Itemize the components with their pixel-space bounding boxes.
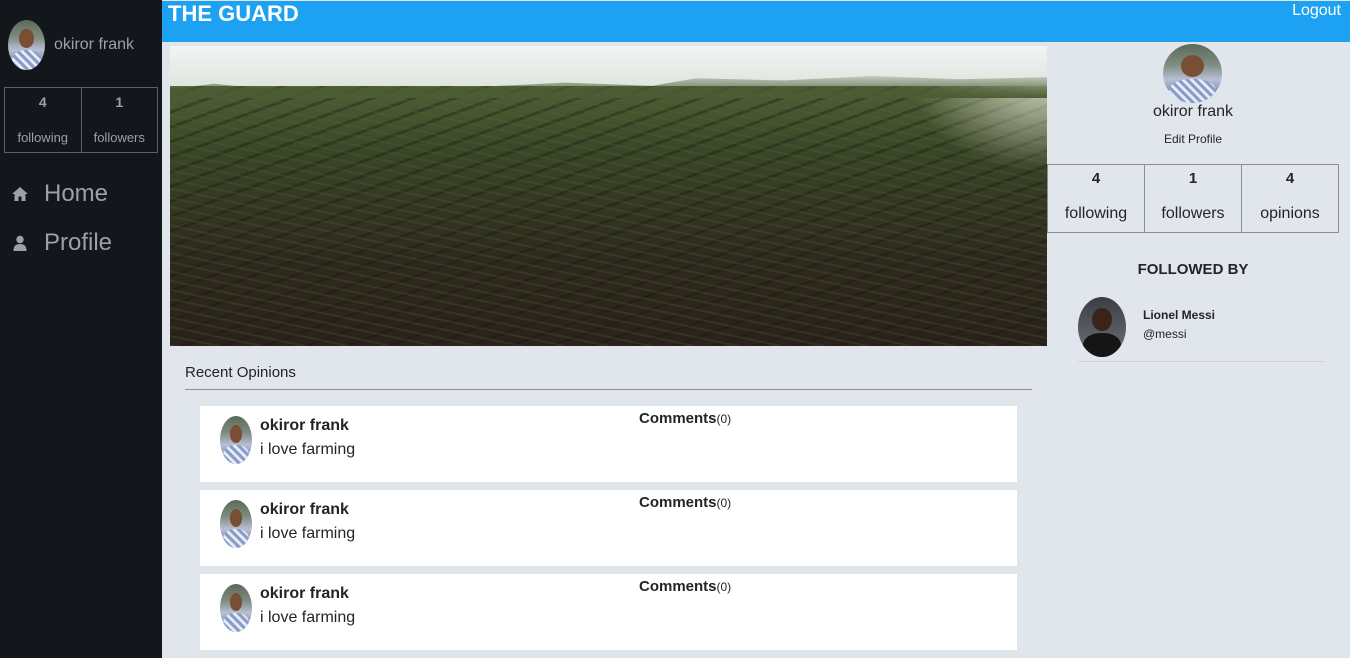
opinion-author: okiror frank [260,501,349,518]
profile-avatar [1163,44,1222,103]
avatar [1078,297,1126,357]
opinion-text: i love farming [260,441,356,458]
followed-by-title: FOLLOWED BY [1137,261,1249,278]
stat-count: 1 [1188,170,1198,187]
opinion-author: okiror frank [260,417,349,434]
opinion-text: i love farming [260,525,356,542]
divider [185,389,1032,390]
comments-count: (0) [716,580,732,594]
opinion-card[interactable]: okiror frank i love farming Comments(0) [200,406,1017,482]
profile-stats: 4 following 1 followers 4 opinions [1047,164,1339,233]
stat-label: followers [93,130,145,145]
opinion-text: i love farming [260,609,356,626]
comments-count: (0) [716,412,732,426]
stat-count: 4 [1285,170,1295,187]
sidebar-stats: 4 following 1 followers [4,87,158,153]
follower-item[interactable]: Lionel Messi @messi [1078,296,1324,362]
stat-count: 1 [115,94,124,110]
sidebar-item-label: Profile [44,229,113,256]
profile-name: okiror frank [1152,103,1234,120]
comments-count: (0) [716,496,732,510]
brand-title: THE GUARD [168,1,299,26]
opinion-author: okiror frank [260,585,349,602]
profile-stat-following[interactable]: 4 following [1048,165,1145,232]
follower-name: Lionel Messi [1143,308,1216,322]
stat-count: 4 [1091,170,1101,187]
avatar [220,584,252,632]
sidebar-stat-followers[interactable]: 1 followers [82,88,158,152]
stat-label: followers [1161,205,1225,222]
sidebar: okiror frank 4 following 1 followers Hom… [0,0,162,658]
logout-link[interactable]: Logout [1292,2,1341,20]
edit-profile-link[interactable]: Edit Profile [1047,132,1339,146]
avatar [220,500,252,548]
follower-handle: @messi [1143,327,1187,341]
profile-stat-followers[interactable]: 1 followers [1145,165,1242,232]
sidebar-user-name: okiror frank [54,36,135,53]
cover-image [170,46,1047,346]
avatar [8,20,45,70]
top-header: THE GUARD Logout [162,0,1350,42]
opinion-card[interactable]: okiror frank i love farming Comments(0) [200,574,1017,650]
sidebar-stat-following[interactable]: 4 following [5,88,82,152]
sidebar-item-home[interactable]: Home [8,180,108,208]
home-icon [8,186,32,202]
comments-label: Comments [639,410,717,427]
comments-link[interactable]: Comments(0) [639,410,731,427]
comments-label: Comments [639,578,717,595]
comments-link[interactable]: Comments(0) [639,494,731,511]
stat-count: 4 [38,94,47,110]
opinion-card[interactable]: okiror frank i love farming Comments(0) [200,490,1017,566]
stat-label: following [17,130,69,145]
sidebar-item-profile[interactable]: Profile [8,229,112,257]
comments-link[interactable]: Comments(0) [639,578,731,595]
comments-label: Comments [639,494,717,511]
user-icon [8,235,32,251]
recent-opinions-title: Recent Opinions [185,364,296,381]
sidebar-user[interactable]: okiror frank [8,20,134,70]
sidebar-item-label: Home [44,180,109,207]
avatar [220,416,252,464]
profile-stat-opinions[interactable]: 4 opinions [1242,165,1338,232]
stat-label: opinions [1260,205,1320,222]
stat-label: following [1064,205,1128,222]
